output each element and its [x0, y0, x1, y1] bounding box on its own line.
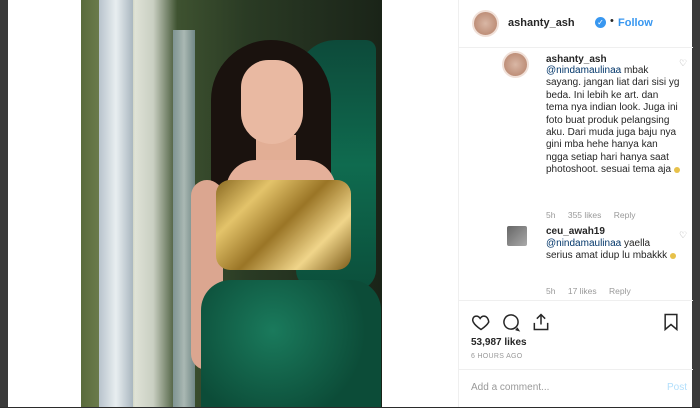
comment-text: @nindamaulinaa mbak sayang. jangan liat …: [546, 65, 681, 177]
post-timestamp[interactable]: 6 HOURS AGO: [471, 353, 523, 360]
comment-mention[interactable]: @nindamaulinaa: [546, 238, 621, 249]
avatar[interactable]: [472, 10, 499, 37]
photo-skirt: [201, 280, 381, 407]
avatar[interactable]: [507, 226, 527, 246]
photo-pillar: [99, 0, 133, 407]
post-photo[interactable]: [81, 0, 382, 407]
add-comment-bar: Add a comment... Post: [459, 369, 693, 408]
post-modal: ashanty_ash ✓ • Follow ashanty_ash ♡ @ni…: [8, 0, 693, 407]
comment-text: @nindamaulinaa yaella serius amat idup l…: [546, 238, 676, 263]
verified-badge-icon: ✓: [595, 17, 606, 28]
post-header: ashanty_ash ✓ • Follow: [459, 0, 693, 48]
post-username[interactable]: ashanty_ash: [508, 17, 575, 29]
comment-meta: 5h 17 likes Reply: [546, 286, 641, 296]
photo-gold-top: [216, 180, 351, 270]
bookmark-icon[interactable]: [661, 312, 681, 332]
comments-list[interactable]: ashanty_ash ♡ @nindamaulinaa mbak sayang…: [459, 48, 693, 298]
avatar[interactable]: [502, 51, 529, 78]
comment-username[interactable]: ashanty_ash: [546, 54, 607, 65]
comment-age[interactable]: 5h: [546, 286, 555, 296]
comment-input[interactable]: Add a comment...: [471, 382, 549, 393]
comment-icon[interactable]: [501, 312, 521, 332]
likes-count[interactable]: 53,987 likes: [471, 337, 527, 348]
comment-age[interactable]: 5h: [546, 210, 555, 220]
comment-mention[interactable]: @nindamaulinaa: [546, 65, 621, 76]
emoji-icon: [669, 252, 676, 259]
comment-meta: 5h 355 likes Reply: [546, 210, 646, 220]
post-side-panel: ashanty_ash ✓ • Follow ashanty_ash ♡ @ni…: [458, 0, 693, 407]
reply-button[interactable]: Reply: [614, 210, 636, 220]
share-icon[interactable]: [531, 312, 551, 332]
comment-username[interactable]: ceu_awah19: [546, 226, 605, 237]
emoji-icon: [673, 166, 680, 173]
comment-body: mbak sayang. jangan liat dari sisi yg be…: [546, 65, 680, 176]
comment-likes[interactable]: 355 likes: [568, 210, 602, 220]
separator-dot: •: [610, 15, 614, 27]
heart-icon[interactable]: [471, 312, 491, 332]
post-actions: 53,987 likes 6 HOURS AGO Add a comment..…: [459, 300, 693, 407]
photo-face: [241, 60, 303, 144]
reply-button[interactable]: Reply: [609, 286, 631, 296]
follow-button[interactable]: Follow: [618, 17, 653, 29]
post-button[interactable]: Post: [667, 382, 687, 393]
heart-icon[interactable]: ♡: [679, 230, 687, 241]
comment-likes[interactable]: 17 likes: [568, 286, 597, 296]
